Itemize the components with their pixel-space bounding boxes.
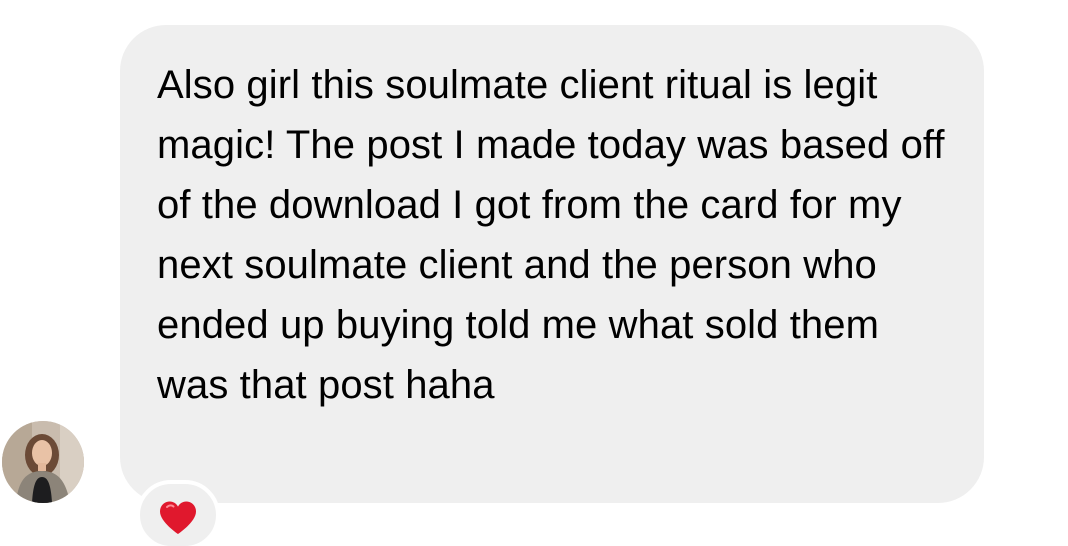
message-text: Also girl this soulmate client ritual is… (157, 63, 945, 407)
message-thread: Also girl this soulmate client ritual is… (0, 0, 1068, 546)
sender-avatar[interactable] (2, 421, 84, 503)
message-bubble[interactable]: Also girl this soulmate client ritual is… (120, 25, 984, 503)
profile-photo-icon (2, 421, 84, 503)
reaction-badge[interactable] (136, 480, 220, 546)
red-heart-icon (160, 501, 196, 534)
